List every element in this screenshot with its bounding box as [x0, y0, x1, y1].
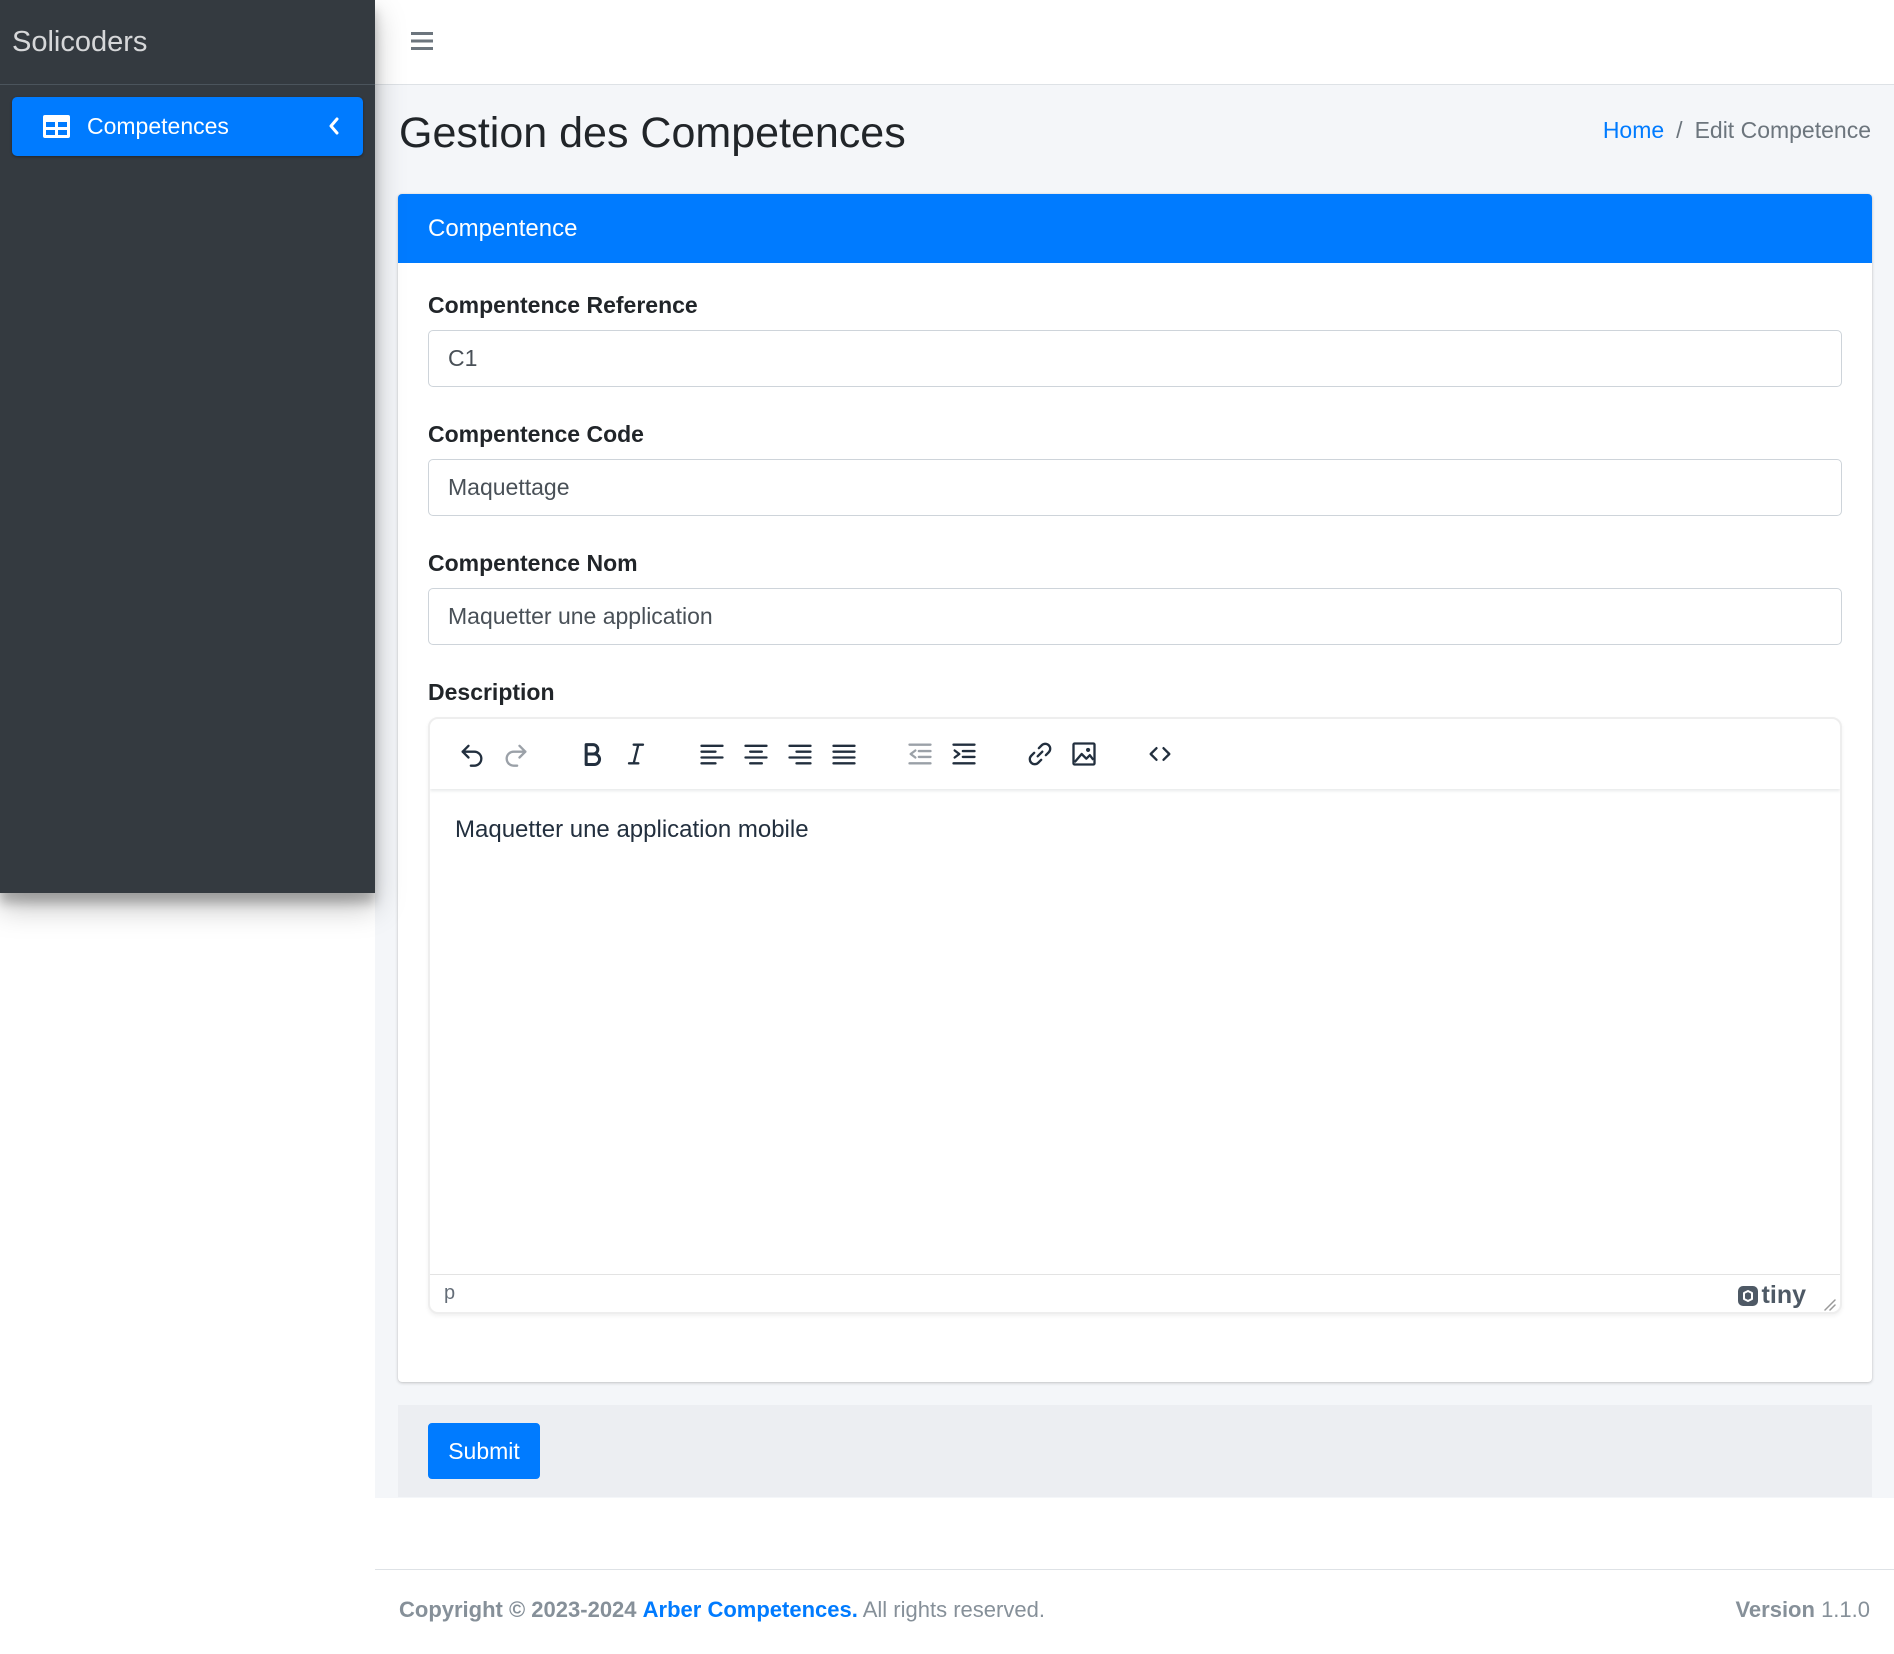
version-number: 1.1.0 [1821, 1597, 1870, 1622]
top-navbar [375, 0, 1894, 85]
code-label: Compentence Code [428, 421, 644, 447]
description-editor: Maquetter une application mobile p tiny [428, 717, 1842, 1314]
element-path[interactable]: p [444, 1282, 455, 1305]
align-left-icon[interactable] [690, 734, 734, 774]
competence-card: Compentence Compentence Reference Compen… [398, 194, 1872, 1382]
sidebar-item-competences[interactable]: Competences [12, 97, 363, 156]
sidebar-item-label: Competences [87, 113, 229, 139]
align-right-icon[interactable] [778, 734, 822, 774]
main-footer: Copyright © 2023-2024 Arber Competences.… [375, 1569, 1894, 1654]
indent-icon[interactable] [942, 734, 986, 774]
description-label: Description [428, 679, 555, 705]
code-input[interactable] [428, 459, 1842, 516]
brand-name[interactable]: Solicoders [0, 0, 375, 85]
company-link[interactable]: Arber Competences. [643, 1597, 858, 1622]
nom-input[interactable] [428, 588, 1842, 645]
link-icon[interactable] [1018, 734, 1062, 774]
breadcrumb-current: Edit Competence [1694, 117, 1871, 143]
table-icon [43, 115, 70, 138]
justify-icon[interactable] [822, 734, 866, 774]
reference-input[interactable] [428, 330, 1842, 387]
footer-version: Version 1.1.0 [1735, 1597, 1870, 1623]
editor-statusbar: p tiny [430, 1274, 1840, 1312]
hamburger-menu-icon[interactable] [411, 30, 433, 52]
content-wrapper: Gestion des Competences Home / Edit Comp… [375, 85, 1894, 1498]
page-title: Gestion des Competences [399, 109, 906, 157]
copyright-text: Copyright © 2023-2024 [399, 1597, 637, 1622]
breadcrumb-separator: / [1676, 117, 1683, 143]
breadcrumb: Home / Edit Competence [1603, 117, 1871, 144]
undo-icon[interactable] [450, 734, 494, 774]
italic-icon[interactable] [614, 734, 658, 774]
resize-handle-icon[interactable] [1822, 1294, 1836, 1311]
card-footer: Submit [398, 1405, 1872, 1497]
footer-copyright: Copyright © 2023-2024 Arber Competences.… [399, 1597, 1045, 1623]
redo-icon[interactable] [494, 734, 538, 774]
source-code-icon[interactable] [1138, 734, 1182, 774]
breadcrumb-home-link[interactable]: Home [1603, 117, 1664, 144]
align-center-icon[interactable] [734, 734, 778, 774]
version-label: Version [1735, 1597, 1815, 1622]
chevron-left-icon [327, 115, 341, 137]
tiny-brand: tiny [1761, 1281, 1806, 1309]
submit-button[interactable]: Submit [428, 1423, 540, 1479]
nom-label: Compentence Nom [428, 550, 638, 576]
tiny-logo[interactable]: tiny [1737, 1281, 1806, 1310]
tiny-logo-icon [1737, 1285, 1758, 1306]
rights-text: All rights reserved. [862, 1597, 1045, 1622]
editor-toolbar [430, 719, 1840, 789]
card-title: Compentence [398, 194, 1872, 263]
editor-content[interactable]: Maquetter une application mobile [430, 789, 1840, 1274]
image-icon[interactable] [1062, 734, 1106, 774]
sidebar: Solicoders Competences [0, 0, 375, 893]
outdent-icon[interactable] [898, 734, 942, 774]
reference-label: Compentence Reference [428, 292, 698, 318]
bold-icon[interactable] [570, 734, 614, 774]
